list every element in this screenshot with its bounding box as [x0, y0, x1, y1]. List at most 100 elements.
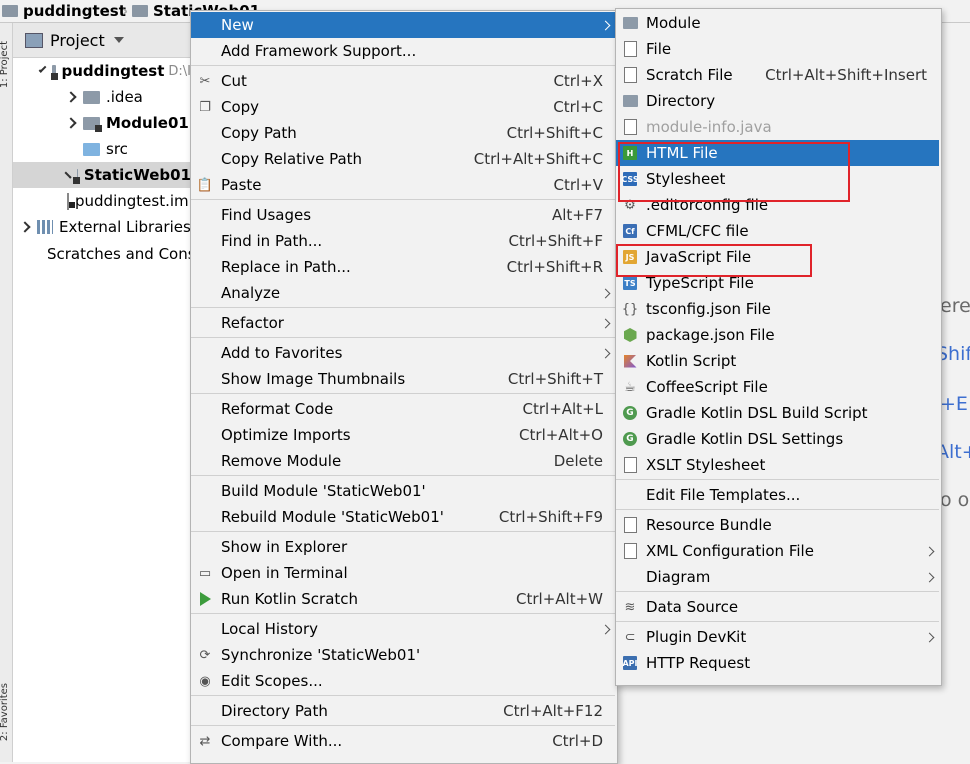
tree-node-label: .idea — [106, 88, 143, 106]
menu-item-label: Resource Bundle — [646, 516, 772, 534]
directory-icon — [622, 93, 638, 109]
menu-item-directory[interactable]: Directory — [616, 88, 939, 114]
menu-item-tsconfig-json-file[interactable]: {} tsconfig.json File — [616, 296, 939, 322]
menu-item-gradle-kotlin-dsl-settings[interactable]: G Gradle Kotlin DSL Settings — [616, 426, 939, 452]
menu-item-diagram[interactable]: Diagram — [616, 564, 939, 590]
tree-node-scratches-and-consoles[interactable]: Scratches and Consoles — [13, 241, 191, 267]
menu-item-directory-path[interactable]: Directory Path Ctrl+Alt+F12 — [191, 698, 615, 724]
tree-node--idea[interactable]: .idea — [13, 84, 191, 110]
menu-item-new[interactable]: New — [191, 12, 615, 38]
menu-item-plugin-devkit[interactable]: ⊂ Plugin DevKit — [616, 624, 939, 650]
menu-item-show-image-thumbnails[interactable]: Show Image Thumbnails Ctrl+Shift+T — [191, 366, 615, 392]
plugin-icon: ⊂ — [624, 629, 636, 645]
menu-item-label: Find Usages — [221, 206, 312, 224]
menu-item-cfml-cfc-file[interactable]: Cf CFML/CFC file — [616, 218, 939, 244]
paste-icon: 📋 — [196, 177, 214, 193]
submenu-arrow-icon — [924, 632, 935, 642]
chevron-right-icon[interactable] — [19, 221, 31, 233]
menu-item-add-framework-support[interactable]: Add Framework Support... — [191, 38, 615, 64]
menu-item-analyze[interactable]: Analyze — [191, 280, 615, 306]
menu-separator — [191, 531, 615, 532]
cut-icon: ✂ — [199, 73, 211, 89]
menu-item-file[interactable]: File — [616, 36, 939, 62]
tree-node-module01[interactable]: Module01 — [13, 110, 191, 136]
menu-item-label: Data Source — [646, 598, 739, 616]
menu-item-build-module-staticweb01[interactable]: Build Module 'StaticWeb01' — [191, 478, 615, 504]
menu-item-run-kotlin-scratch[interactable]: Run Kotlin Scratch Ctrl+Alt+W — [191, 586, 615, 612]
chevron-right-icon[interactable] — [64, 171, 72, 179]
menu-item-label: Show Image Thumbnails — [221, 370, 406, 388]
menu-item-cut[interactable]: ✂ Cut Ctrl+X — [191, 68, 615, 94]
project-tool-tab[interactable]: 1: Project — [0, 41, 10, 88]
chevron-down-icon[interactable] — [114, 37, 124, 43]
menu-item-refactor[interactable]: Refactor — [191, 310, 615, 336]
submenu-arrow-icon — [600, 624, 611, 634]
menu-item-open-in-terminal[interactable]: ▭ Open in Terminal — [191, 560, 615, 586]
submenu-arrow-icon — [600, 20, 611, 30]
menu-item-compare-with[interactable]: ⇄ Compare With... Ctrl+D — [191, 728, 615, 754]
scratch-file-icon — [622, 67, 638, 83]
menu-item-kotlin-script[interactable]: Kotlin Script — [616, 348, 939, 374]
menu-item-copy[interactable]: ❐ Copy Ctrl+C — [191, 94, 615, 120]
tree-node-src[interactable]: src — [13, 136, 191, 162]
menu-item-find-in-path[interactable]: Find in Path... Ctrl+Shift+F — [191, 228, 615, 254]
menu-item-edit-scopes[interactable]: ◉ Edit Scopes... — [191, 668, 615, 694]
menu-item-copy-path[interactable]: Copy Path Ctrl+Shift+C — [191, 120, 615, 146]
menu-item-label: Analyze — [221, 284, 281, 302]
menu-separator — [191, 337, 615, 338]
menu-item-http-request[interactable]: API HTTP Request — [616, 650, 939, 676]
menu-item-add-to-favorites[interactable]: Add to Favorites — [191, 340, 615, 366]
menu-item-label: Copy — [221, 98, 260, 116]
project-view-selector[interactable]: Project — [50, 31, 105, 50]
ts-file-icon: TS — [622, 275, 638, 291]
menu-item-label: Local History — [221, 620, 319, 638]
menu-item-rebuild-module-staticweb01[interactable]: Rebuild Module 'StaticWeb01' Ctrl+Shift+F… — [191, 504, 615, 530]
menu-item-label: Kotlin Script — [646, 352, 737, 370]
menu-item-remove-module[interactable]: Remove Module Delete — [191, 448, 615, 474]
menu-separator — [191, 475, 615, 476]
menu-item-module[interactable]: Module — [616, 10, 939, 36]
menu-item-shortcut: Ctrl+Alt+F12 — [503, 702, 603, 720]
ts-file-badge: TS — [623, 276, 637, 290]
annotation-box-html-css — [618, 142, 850, 202]
menu-separator — [191, 725, 615, 726]
menu-item-data-source[interactable]: ≋ Data Source — [616, 594, 939, 620]
menu-item-gradle-kotlin-dsl-build-script[interactable]: G Gradle Kotlin DSL Build Script — [616, 400, 939, 426]
menu-item-reformat-code[interactable]: Reformat Code Ctrl+Alt+L — [191, 396, 615, 422]
menu-item-optimize-imports[interactable]: Optimize Imports Ctrl+Alt+O — [191, 422, 615, 448]
menu-separator — [191, 65, 615, 66]
menu-item-package-json-file[interactable]: package.json File — [616, 322, 939, 348]
menu-item-synchronize-staticweb01[interactable]: ⟳ Synchronize 'StaticWeb01' — [191, 642, 615, 668]
tree-node-staticweb01[interactable]: StaticWeb01 — [13, 162, 191, 188]
favorites-tool-tab[interactable]: 2: Favorites — [0, 683, 10, 741]
menu-item-coffeescript-file[interactable]: ☕ CoffeeScript File — [616, 374, 939, 400]
menu-item-scratch-file[interactable]: Scratch File Ctrl+Alt+Shift+Insert — [616, 62, 939, 88]
menu-item-label: HTTP Request — [646, 654, 751, 672]
tree-node-external-libraries[interactable]: External Libraries — [13, 214, 191, 240]
menu-item-label: Build Module 'StaticWeb01' — [221, 482, 426, 500]
menu-item-edit-file-templates[interactable]: Edit File Templates... — [616, 482, 939, 508]
menu-item-shortcut: Ctrl+Shift+F9 — [498, 508, 603, 526]
menu-item-resource-bundle[interactable]: Resource Bundle — [616, 512, 939, 538]
menu-item-show-in-explorer[interactable]: Show in Explorer — [191, 534, 615, 560]
menu-item-find-usages[interactable]: Find Usages Alt+F7 — [191, 202, 615, 228]
chevron-down-icon[interactable] — [38, 65, 47, 73]
tree-node-puddingtest-iml[interactable]: puddingtest.iml — [13, 188, 191, 214]
menu-item-local-history[interactable]: Local History — [191, 616, 615, 642]
menu-item-xslt-stylesheet[interactable]: XSLT Stylesheet — [616, 452, 939, 478]
menu-item-xml-configuration-file[interactable]: XML Configuration File — [616, 538, 939, 564]
menu-item-shortcut: Ctrl+Alt+L — [522, 400, 604, 418]
breadcrumb-item-project[interactable]: puddingtest — [2, 2, 126, 20]
menu-item-shortcut: Ctrl+Alt+Shift+C — [473, 150, 603, 168]
chevron-right-icon[interactable] — [65, 91, 77, 103]
editor-hint-text: o o — [940, 489, 970, 511]
copy-icon: ❐ — [199, 99, 211, 115]
menu-item-copy-relative-path[interactable]: Copy Relative Path Ctrl+Alt+Shift+C — [191, 146, 615, 172]
tree-node-puddingtest[interactable]: puddingtest D:\I — [13, 58, 191, 84]
menu-item-replace-in-path[interactable]: Replace in Path... Ctrl+Shift+R — [191, 254, 615, 280]
xml-file-icon — [622, 543, 638, 559]
menu-item-paste[interactable]: 📋 Paste Ctrl+V — [191, 172, 615, 198]
chevron-right-icon[interactable] — [65, 117, 77, 129]
menu-item-shortcut: Delete — [553, 452, 603, 470]
source-folder-icon — [83, 142, 100, 156]
